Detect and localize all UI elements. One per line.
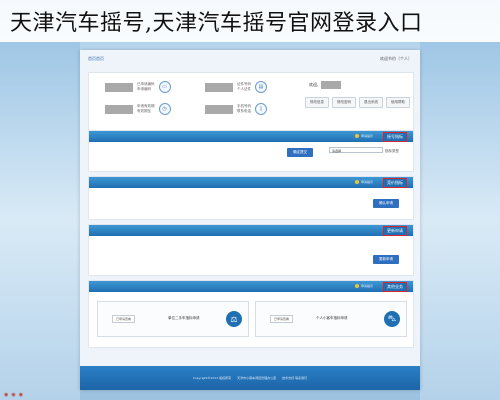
breadcrumb: 首页首页 欢迎节约（个人） (80, 50, 420, 62)
view-application-button[interactable]: 已申请查看 (270, 315, 294, 323)
card-label: 个人小客车指标申请 (316, 316, 348, 320)
caption-text: 天津汽车摇号,天津汽车摇号官网登录入口 (10, 11, 423, 36)
background-left (0, 40, 80, 400)
logout-button[interactable]: 退出系统 (359, 97, 383, 108)
section-header: 更新申请 (89, 225, 413, 236)
card-personal[interactable]: 已申请查看 单位二手车指标申请 ⚖ (97, 301, 249, 337)
redacted-block (205, 104, 233, 114)
submit-button[interactable]: 确定提交 (287, 148, 313, 157)
user-info-panel: 已申请编码 申请编码 ▭ 证件号码 个人证件 ▤ 申请有效期 有效期至 ◷ 手机号码联… (88, 72, 414, 136)
redacted-block (105, 104, 133, 114)
car-icon: ⛍ (384, 311, 400, 327)
breadcrumb-home[interactable]: 首页首页 (88, 56, 104, 62)
redacted-block (105, 82, 133, 92)
warning-icon (354, 180, 359, 184)
info-label: 申请有效期 (137, 104, 155, 108)
warning-icon (354, 284, 359, 288)
section-note: 申请提示 (354, 180, 373, 184)
background-right (420, 40, 500, 400)
section-header: 申请提示 摇号指标 (89, 131, 413, 142)
redacted-username (321, 81, 342, 89)
tray-icon: ◉ (11, 392, 16, 398)
phone-icon: ▯ (255, 103, 267, 115)
info-phone: 手机号码 联系电话 ▯ (205, 103, 267, 115)
id-icon: ▭ (158, 81, 171, 93)
user-actions: 修改信息 修改密码 退出系统 使用帮助 (305, 97, 410, 108)
info-label: 证件号码 (237, 82, 251, 86)
portal-page: 首页首页 欢迎节约（个人） 已申请编码 申请编码 ▭ 证件号码 个人证件 ▤ 申请有… (80, 50, 420, 390)
redacted-block (205, 82, 233, 92)
indicator-type-select[interactable]: 请选择 (329, 147, 383, 153)
section-title: 更新申请 (383, 226, 407, 236)
footer-links[interactable]: 技术支持 联系我们 (282, 376, 307, 380)
section-other: 申请提示 其他业务 已申请查看 单位二手车指标申请 ⚖ 已申请查看 个人小客车指… (88, 280, 414, 348)
scale-icon: ⚖ (226, 311, 242, 327)
browser-tray: ◉ ◉ ◉ (4, 392, 23, 398)
info-label: 手机号码 (237, 104, 251, 108)
section-header: 申请提示 其他业务 (89, 281, 413, 292)
update-button[interactable]: 更新申请 (373, 255, 399, 264)
greeting-text: 欢迎, (309, 82, 319, 87)
section-header: 申请提示 竞价指标 (89, 177, 413, 188)
footer-copyright: Copyright©2013 版权所有 (192, 376, 232, 380)
card-label: 单位二手车指标申请 (168, 316, 200, 320)
info-sub: 个人证件 (237, 87, 251, 91)
info-idcard: 证件号码 个人证件 ▤ (205, 81, 267, 93)
section-bidding: 申请提示 竞价指标 确认申请 (88, 176, 414, 220)
select-label: 指标类型 (385, 149, 399, 153)
footer-org: 天津市小客车调控管理办公室 (237, 376, 277, 380)
caption-bar: 天津汽车摇号,天津汽车摇号官网登录入口 (0, 0, 500, 42)
info-sub: 联系电话 (237, 109, 251, 113)
section-title: 其他业务 (383, 282, 407, 292)
footer: Copyright©2013 版权所有 天津市小客车调控管理办公室 技术支持 联… (80, 366, 420, 390)
card-company[interactable]: 已申请查看 个人小客车指标申请 ⛍ (255, 301, 407, 337)
section-title: 竞价指标 (383, 178, 407, 188)
info-sub: 有效期至 (137, 109, 151, 113)
section-lottery: 申请提示 摇号指标 指标类型 请选择 确定提交 (88, 130, 414, 172)
section-update: 更新申请 更新申请 (88, 224, 414, 276)
section-title: 摇号指标 (383, 132, 407, 142)
clock-icon: ◷ (158, 103, 171, 115)
info-code: 已申请编码 申请编码 ▭ (105, 81, 171, 93)
user-greeting: 欢迎, (309, 81, 342, 89)
card-icon: ▤ (255, 81, 267, 93)
help-button[interactable]: 使用帮助 (386, 97, 410, 108)
section-note: 申请提示 (354, 134, 373, 138)
edit-info-button[interactable]: 修改信息 (305, 97, 329, 108)
info-sub: 申请编码 (137, 87, 151, 91)
warning-icon (354, 134, 359, 138)
view-application-button[interactable]: 已申请查看 (112, 315, 136, 323)
info-valid: 申请有效期 有效期至 ◷ (105, 103, 171, 115)
welcome-text: 欢迎节约（个人） (380, 56, 412, 61)
tray-icon: ◉ (18, 392, 24, 398)
apply-button[interactable]: 确认申请 (373, 199, 399, 208)
info-label: 已申请编码 (137, 82, 155, 86)
tray-icon: ◉ (4, 392, 9, 398)
change-password-button[interactable]: 修改密码 (332, 97, 356, 108)
section-note: 申请提示 (354, 284, 373, 288)
